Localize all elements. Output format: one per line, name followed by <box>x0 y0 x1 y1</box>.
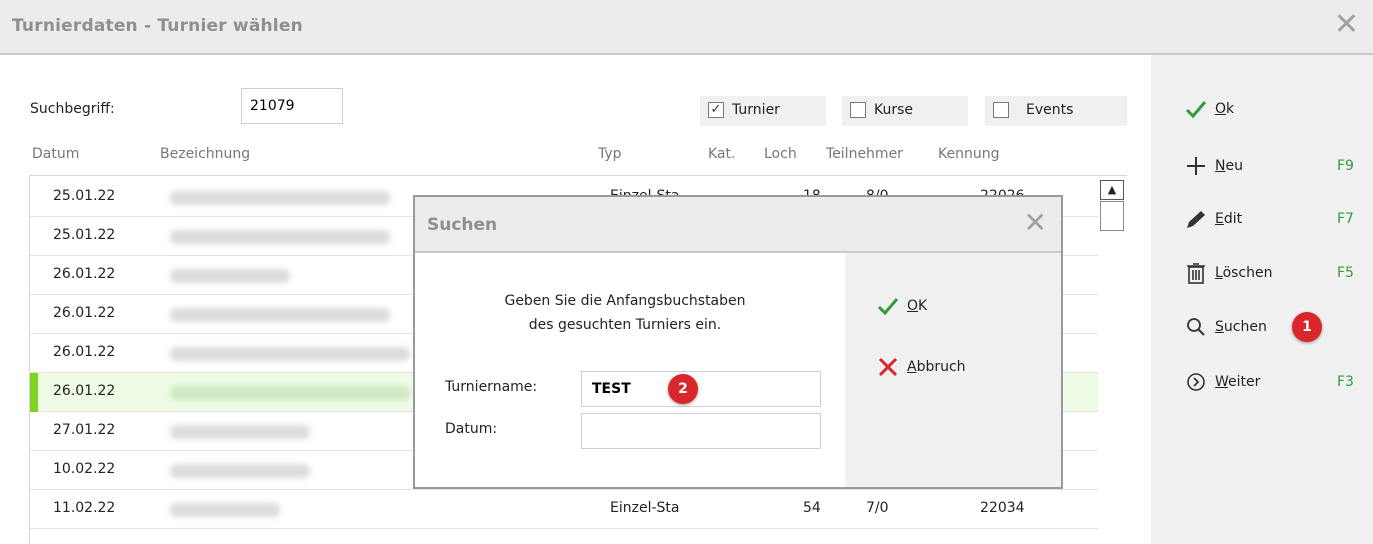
row-participants: 7/0 <box>866 500 889 516</box>
list-scrollbar[interactable]: ▲ <box>1097 177 1127 233</box>
column-header-kennung[interactable]: Kennung <box>938 146 999 162</box>
row-name-blurred <box>170 269 290 283</box>
filter-kurse-checkbox[interactable]: Kurse <box>842 96 968 126</box>
row-name-blurred <box>170 308 390 322</box>
action-panel: Ok Neu F9 Edit F7 Löschen F5 Suchen Weit… <box>1151 55 1373 544</box>
dialog-action-panel: OK Abbruch <box>845 253 1061 487</box>
checkbox-check-icon: ✓ <box>708 102 724 118</box>
edit-button[interactable]: Edit F7 <box>1183 208 1363 234</box>
dialog-titlebar: Suchen ✕ <box>415 197 1061 253</box>
row-date: 10.02.22 <box>53 461 116 477</box>
delete-button[interactable]: Löschen F5 <box>1183 262 1363 288</box>
row-name-blurred <box>170 230 390 244</box>
dialog-instruction: Geben Sie die Anfangsbuchstaben des gesu… <box>455 289 795 337</box>
instruction-line-1: Geben Sie die Anfangsbuchstaben <box>504 293 746 309</box>
column-header-datum[interactable]: Datum <box>32 146 79 162</box>
instruction-line-2: des gesuchten Turniers ein. <box>528 317 722 333</box>
scroll-thumb[interactable] <box>1100 201 1124 231</box>
edit-button-label: Edit <box>1215 211 1243 227</box>
datum-input[interactable] <box>581 413 821 449</box>
new-button[interactable]: Neu F9 <box>1183 155 1363 181</box>
dialog-close-icon[interactable]: ✕ <box>1024 209 1047 237</box>
search-button[interactable]: Suchen <box>1183 316 1363 342</box>
row-date: 25.01.22 <box>53 227 116 243</box>
next-button[interactable]: Weiter F3 <box>1183 371 1363 397</box>
row-name-blurred <box>170 191 390 205</box>
row-name-blurred <box>170 425 310 439</box>
row-date: 27.01.22 <box>53 422 116 438</box>
search-dialog: Suchen ✕ Geben Sie die Anfangsbuchstaben… <box>413 195 1063 489</box>
row-name-blurred <box>170 503 280 517</box>
column-header-typ[interactable]: Typ <box>598 146 622 162</box>
close-icon[interactable]: ✕ <box>1334 10 1359 40</box>
row-name-blurred <box>170 464 310 478</box>
row-date: 11.02.22 <box>53 500 116 516</box>
table-row[interactable]: 11.02.22 Einzel-Sta 54 7/0 22034 <box>30 490 1098 529</box>
new-button-label: Neu <box>1215 158 1243 174</box>
filter-events-checkbox[interactable]: Events <box>985 96 1127 126</box>
row-type: Einzel-Sta <box>610 500 680 516</box>
filter-turnier-label: Turnier <box>732 102 780 118</box>
trash-icon <box>1183 262 1209 286</box>
dialog-cancel-label: Abbruch <box>907 359 966 375</box>
turniername-label: Turniername: <box>445 379 538 395</box>
delete-button-label: Löschen <box>1215 265 1273 281</box>
column-header-kat[interactable]: Kat. <box>708 146 735 162</box>
selection-indicator <box>30 373 38 412</box>
check-icon <box>1183 98 1209 122</box>
chevron-circle-icon <box>1183 371 1209 395</box>
filter-events-label: Events <box>1026 102 1074 118</box>
dialog-ok-label: OK <box>907 298 928 314</box>
plus-icon <box>1183 155 1209 179</box>
magnifier-icon <box>1183 316 1209 340</box>
search-input[interactable] <box>241 88 343 124</box>
ok-button-label: Ok <box>1215 101 1235 117</box>
edit-shortcut: F7 <box>1337 211 1354 227</box>
row-date: 26.01.22 <box>53 383 116 399</box>
column-header-teilnehmer[interactable]: Teilnehmer <box>826 146 903 162</box>
cross-icon <box>875 356 901 380</box>
window-title: Turnierdaten - Turnier wählen <box>12 16 303 36</box>
checkbox-box <box>993 102 1009 118</box>
turniername-input[interactable] <box>581 371 821 407</box>
dialog-title: Suchen <box>427 215 498 235</box>
check-icon <box>875 295 901 319</box>
pencil-icon <box>1183 208 1209 232</box>
row-id: 22034 <box>980 500 1025 516</box>
annotation-badge-2: 2 <box>668 374 698 404</box>
column-header-loch[interactable]: Loch <box>764 146 797 162</box>
ok-button[interactable]: Ok <box>1183 98 1363 124</box>
row-name-blurred <box>170 386 410 400</box>
row-holes: 54 <box>803 500 821 516</box>
column-header-bezeichnung[interactable]: Bezeichnung <box>160 146 250 162</box>
row-date: 25.01.22 <box>53 188 116 204</box>
search-label: Suchbegriff: <box>30 101 115 117</box>
row-date: 26.01.22 <box>53 305 116 321</box>
next-shortcut: F3 <box>1337 374 1354 390</box>
scroll-up-icon[interactable]: ▲ <box>1100 180 1124 200</box>
next-button-label: Weiter <box>1215 374 1261 390</box>
datum-label: Datum: <box>445 421 498 437</box>
search-button-label: Suchen <box>1215 319 1267 335</box>
window-titlebar: Turnierdaten - Turnier wählen ✕ <box>0 0 1373 55</box>
row-name-blurred <box>170 347 410 361</box>
filter-turnier-checkbox[interactable]: ✓ Turnier <box>700 96 826 126</box>
row-date: 26.01.22 <box>53 266 116 282</box>
filter-kurse-label: Kurse <box>874 102 914 118</box>
new-shortcut: F9 <box>1337 158 1354 174</box>
delete-shortcut: F5 <box>1337 265 1354 281</box>
checkbox-box <box>850 102 866 118</box>
annotation-badge-1: 1 <box>1292 312 1322 342</box>
row-date: 26.01.22 <box>53 344 116 360</box>
